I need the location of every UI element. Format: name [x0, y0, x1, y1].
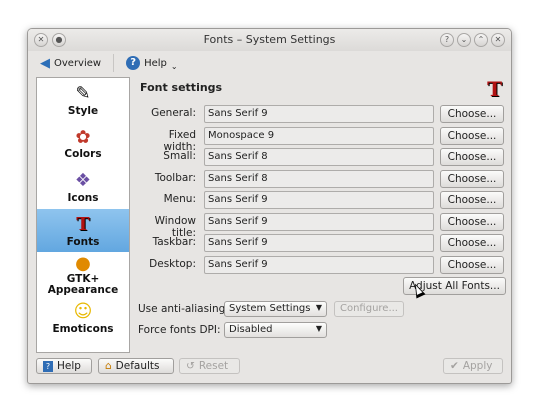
- maximize-icon[interactable]: ⌃: [474, 33, 488, 47]
- font-value-field: Sans Serif 9: [204, 234, 434, 252]
- gtk-icon: ●: [75, 252, 91, 274]
- sidebar-item-fonts[interactable]: T Fonts: [37, 208, 129, 253]
- anti-aliasing-select[interactable]: System Settings ▼: [224, 301, 327, 317]
- anti-aliasing-value: System Settings: [229, 303, 311, 314]
- font-value-field: Sans Serif 9: [204, 105, 434, 123]
- choose-button[interactable]: Choose...: [440, 255, 504, 274]
- help-label: Help: [144, 57, 167, 69]
- font-row-toolbar: Toolbar: Sans Serif 8 Choose...: [138, 169, 506, 188]
- apply-button-label: Apply: [462, 360, 493, 372]
- force-dpi-label: Force fonts DPI:: [138, 324, 221, 336]
- help-button-label: Help: [57, 360, 81, 372]
- colors-icon: ✿: [75, 126, 91, 148]
- button-bar: ? Help ⌂ Defaults ↺ Reset ✔ Apply: [28, 355, 511, 377]
- help-button[interactable]: ? Help: [36, 358, 92, 374]
- force-dpi-select[interactable]: Disabled ▼: [224, 322, 327, 338]
- force-dpi-row: Force fonts DPI: Disabled ▼: [138, 322, 506, 340]
- sidebar-item-icons[interactable]: ❖ Icons: [37, 165, 129, 209]
- font-value-field: Sans Serif 9: [204, 191, 434, 209]
- defaults-button[interactable]: ⌂ Defaults: [98, 358, 174, 374]
- reset-button-label: Reset: [198, 360, 229, 372]
- toolbar: ◀ Overview ? Help ⌄: [28, 51, 511, 75]
- sidebar-item-style[interactable]: ✎ Style: [37, 78, 129, 122]
- font-row-window-title: Window title: Sans Serif 9 Choose...: [138, 212, 506, 239]
- font-row-label: Taskbar:: [152, 236, 196, 248]
- chevron-down-icon: ▼: [315, 303, 322, 312]
- overview-button[interactable]: ◀ Overview: [36, 54, 105, 73]
- choose-button[interactable]: Choose...: [440, 169, 504, 188]
- anti-aliasing-row: Use anti-aliasing: System Settings ▼ Con…: [138, 301, 506, 319]
- font-row-label: Menu:: [163, 193, 196, 205]
- help-menu-button[interactable]: ? Help ⌄: [122, 54, 182, 73]
- sidebar-item-label: Icons: [67, 191, 99, 204]
- context-help-icon[interactable]: ?: [440, 33, 454, 47]
- style-icon: ✎: [75, 83, 91, 105]
- toolbar-separator: [113, 54, 115, 72]
- choose-button[interactable]: Choose...: [440, 234, 504, 252]
- close-icon[interactable]: ✕: [491, 33, 505, 47]
- font-row-label: Toolbar:: [154, 171, 196, 184]
- font-row-label: Small:: [163, 150, 196, 162]
- fonts-icon: T: [76, 214, 90, 236]
- minimize-icon[interactable]: ⌄: [457, 33, 471, 47]
- sidebar-item-label: Style: [67, 104, 99, 117]
- chevron-down-icon: ⌄: [170, 61, 178, 71]
- back-arrow-icon: ◀: [40, 55, 50, 71]
- font-row-label: General:: [151, 107, 196, 119]
- font-row-small: Small: Sans Serif 8 Choose...: [138, 148, 506, 166]
- page-title: Font settings: [140, 81, 223, 94]
- help-icon: ?: [126, 56, 141, 70]
- font-value-field: Monospace 9: [204, 126, 434, 145]
- sidebar-item-label: GTK+ Appearance: [47, 272, 119, 296]
- sidebar-item-label: Emoticons: [52, 322, 114, 335]
- checkmark-icon: ✔: [450, 360, 459, 372]
- reset-icon: ↺: [186, 360, 195, 372]
- help-book-icon: ?: [43, 360, 53, 372]
- defaults-icon: ⌂: [105, 360, 112, 372]
- icons-icon: ❖: [74, 170, 92, 192]
- sidebar-item-label: Colors: [64, 148, 102, 161]
- choose-button[interactable]: Choose...: [440, 212, 504, 231]
- sidebar-item-emoticons[interactable]: ☺ Emoticons: [37, 296, 129, 340]
- category-sidebar: ✎ Style ✿ Colors ❖ Icons T Fonts ● GTK+ …: [36, 77, 130, 353]
- choose-button[interactable]: Choose...: [440, 148, 504, 166]
- force-dpi-value: Disabled: [229, 324, 273, 335]
- font-value-field: Sans Serif 8: [204, 148, 434, 166]
- apply-button[interactable]: ✔ Apply: [443, 358, 503, 374]
- window-title: Fonts – System Settings: [203, 33, 336, 46]
- sidebar-item-colors[interactable]: ✿ Colors: [37, 122, 129, 166]
- chevron-down-icon: ▼: [315, 324, 322, 333]
- font-row-general: General: Sans Serif 9 Choose...: [138, 105, 506, 123]
- font-value-field: Sans Serif 8: [204, 169, 434, 188]
- choose-button[interactable]: Choose...: [440, 191, 504, 209]
- font-row-fixed-width: Fixed width: Monospace 9 Choose...: [138, 126, 506, 153]
- settings-window: ✕ ● Fonts – System Settings ? ⌄ ⌃ ✕ ◀ Ov…: [27, 28, 512, 384]
- emoticons-icon: ☺: [73, 301, 93, 323]
- fonts-logo-icon: T: [487, 77, 502, 101]
- overview-label: Overview: [54, 57, 102, 69]
- sidebar-item-label: Fonts: [66, 235, 100, 248]
- defaults-button-label: Defaults: [115, 360, 160, 372]
- title-bar[interactable]: ✕ ● Fonts – System Settings ? ⌄ ⌃ ✕: [28, 29, 511, 51]
- choose-button[interactable]: Choose...: [440, 105, 504, 123]
- font-row-label: Desktop:: [149, 257, 196, 270]
- reset-button[interactable]: ↺ Reset: [179, 358, 240, 374]
- anti-aliasing-label: Use anti-aliasing:: [138, 303, 229, 315]
- font-row-menu: Menu: Sans Serif 9 Choose...: [138, 191, 506, 209]
- configure-button[interactable]: Configure...: [334, 301, 404, 317]
- sidebar-item-gtk-appearance[interactable]: ● GTK+ Appearance: [37, 252, 129, 296]
- font-row-taskbar: Taskbar: Sans Serif 9 Choose...: [138, 234, 506, 252]
- font-row-desktop: Desktop: Sans Serif 9 Choose...: [138, 255, 506, 274]
- font-value-field: Sans Serif 9: [204, 255, 434, 274]
- choose-button[interactable]: Choose...: [440, 126, 504, 145]
- font-value-field: Sans Serif 9: [204, 212, 434, 231]
